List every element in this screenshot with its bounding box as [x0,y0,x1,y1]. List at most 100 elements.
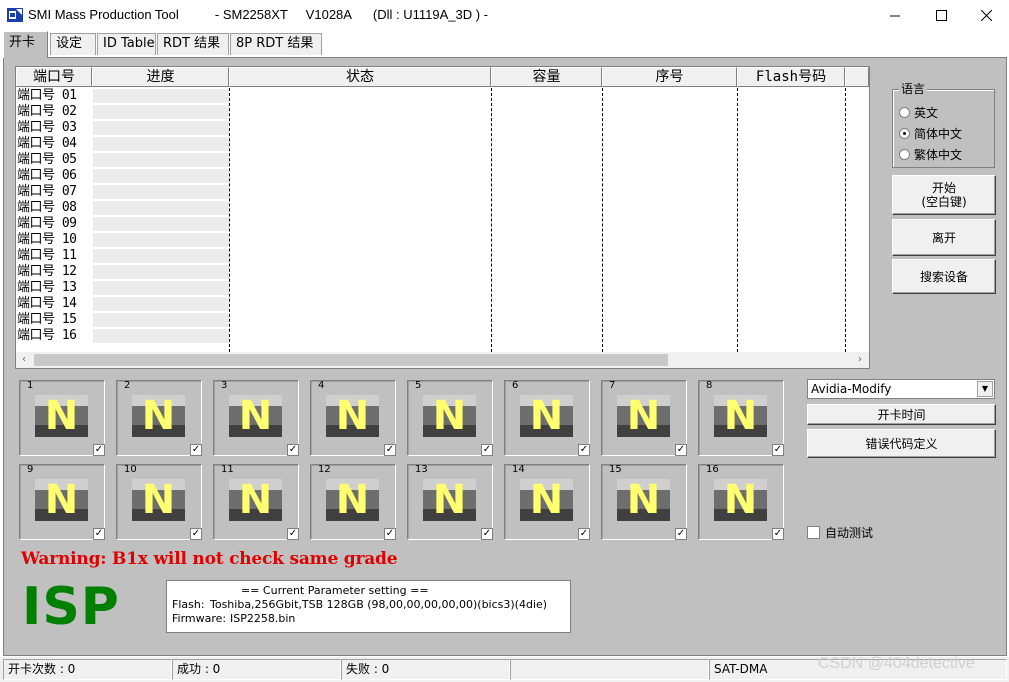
port-status-letter: N [141,393,176,439]
scroll-thumb[interactable] [34,354,668,366]
scroll-right-icon[interactable]: › [854,354,866,366]
port-slot[interactable]: 15 N ✓ [601,464,687,540]
row-port-label[interactable]: 端口号 02 [17,104,93,120]
row-port-label[interactable]: 端口号 06 [17,168,93,184]
row-progress-cell [93,233,229,248]
port-enable-checkbox[interactable]: ✓ [772,444,784,456]
scroll-left-icon[interactable]: ‹ [18,354,30,366]
port-enable-checkbox[interactable]: ✓ [190,444,202,456]
chevron-down-icon[interactable]: ▼ [977,381,993,397]
row-port-label[interactable]: 端口号 05 [17,152,93,168]
close-button[interactable] [963,0,1009,31]
port-enable-checkbox[interactable]: ✓ [287,528,299,540]
status-success: 成功 : 0 [172,659,341,680]
port-enable-checkbox[interactable]: ✓ [384,444,396,456]
minimize-button[interactable] [872,0,918,31]
language-group-title: 语言 [899,80,928,97]
column-header-flash-id[interactable]: Flash号码 [737,67,845,87]
port-slot[interactable]: 6 N ✓ [504,380,590,456]
port-status-letter: N [723,393,758,439]
profile-dropdown[interactable]: Avidia-Modify ▼ [807,379,995,399]
tab-8p-rdt-result[interactable]: 8P RDT 结果 [230,33,322,55]
port-slot[interactable]: 8 N ✓ [698,380,784,456]
port-slot[interactable]: 3 N ✓ [213,380,299,456]
port-status-letter: N [432,393,467,439]
flash-label: Flash: [172,598,205,611]
row-port-label[interactable]: 端口号 03 [17,120,93,136]
tab-open-card[interactable]: 开卡 [3,31,48,58]
row-port-label[interactable]: 端口号 14 [17,296,93,312]
maximize-button[interactable] [918,0,964,31]
row-port-label[interactable]: 端口号 13 [17,280,93,296]
row-port-label[interactable]: 端口号 04 [17,136,93,152]
port-enable-checkbox[interactable]: ✓ [384,528,396,540]
row-port-label[interactable]: 端口号 15 [17,312,93,328]
port-enable-checkbox[interactable]: ✓ [675,444,687,456]
port-enable-checkbox[interactable]: ✓ [578,444,590,456]
port-enable-checkbox[interactable]: ✓ [675,528,687,540]
port-slot[interactable]: 7 N ✓ [601,380,687,456]
tab-rdt-result[interactable]: RDT 结果 [157,33,229,55]
port-enable-checkbox[interactable]: ✓ [190,528,202,540]
port-number: 3 [221,380,228,391]
port-slot[interactable]: 4 N ✓ [310,380,396,456]
port-slot[interactable]: 2 N ✓ [116,380,202,456]
port-status-icon: N [714,393,767,439]
radio-english[interactable]: 英文 [899,103,991,121]
port-slot[interactable]: 13 N ✓ [407,464,493,540]
column-header-serial[interactable]: 序号 [602,67,737,87]
radio-traditional-chinese[interactable]: 繁体中文 [899,145,991,163]
port-slot[interactable]: 14 N ✓ [504,464,590,540]
start-button[interactable]: 开始 (空白键) [892,175,996,215]
auto-test-checkbox[interactable]: 自动测试 [807,524,873,541]
port-slot[interactable]: 5 N ✓ [407,380,493,456]
port-status-letter: N [529,393,564,439]
port-enable-checkbox[interactable]: ✓ [93,528,105,540]
row-port-label[interactable]: 端口号 11 [17,248,93,264]
port-enable-checkbox[interactable]: ✓ [481,528,493,540]
port-status-letter: N [238,477,273,523]
row-progress-cell [93,297,229,312]
port-status-letter: N [626,477,661,523]
window-title: SMI Mass Production Tool - SM2258XT V102… [28,7,489,22]
port-enable-checkbox[interactable]: ✓ [287,444,299,456]
port-status-letter: N [141,477,176,523]
column-header-port[interactable]: 端口号 [16,67,92,87]
row-port-label[interactable]: 端口号 07 [17,184,93,200]
port-slot[interactable]: 1 N ✓ [19,380,105,456]
radio-simplified-chinese[interactable]: 简体中文 [899,124,991,142]
port-status-letter: N [44,477,79,523]
row-progress-cell [93,201,229,216]
row-progress-cell [93,105,229,120]
port-slot[interactable]: 16 N ✓ [698,464,784,540]
row-progress-cell [93,185,229,200]
row-port-label[interactable]: 端口号 12 [17,264,93,280]
row-port-label[interactable]: 端口号 10 [17,232,93,248]
open-card-time-button[interactable]: 开卡时间 [807,404,996,425]
error-code-definition-button[interactable]: 错误代码定义 [807,429,996,458]
exit-button[interactable]: 离开 [892,219,996,256]
port-slot[interactable]: 11 N ✓ [213,464,299,540]
port-number: 16 [706,464,719,475]
port-slot[interactable]: 12 N ✓ [310,464,396,540]
tab-id-table[interactable]: ID Table [97,33,156,55]
port-status-grid[interactable]: 端口号 进度 状态 容量 序号 Flash号码 端口号 01 端口号 02 端口号 … [15,66,870,369]
row-port-label[interactable]: 端口号 08 [17,200,93,216]
port-enable-checkbox[interactable]: ✓ [481,444,493,456]
port-slot[interactable]: 9 N ✓ [19,464,105,540]
row-progress-cell [93,153,229,168]
column-header-capacity[interactable]: 容量 [491,67,602,87]
column-header-status[interactable]: 状态 [229,67,491,87]
column-header-progress[interactable]: 进度 [92,67,229,87]
row-port-label[interactable]: 端口号 01 [17,88,93,104]
row-port-label[interactable]: 端口号 09 [17,216,93,232]
port-slot[interactable]: 10 N ✓ [116,464,202,540]
scan-devices-button[interactable]: 搜索设备 [892,259,996,294]
port-status-icon: N [714,477,767,523]
port-enable-checkbox[interactable]: ✓ [772,528,784,540]
port-enable-checkbox[interactable]: ✓ [578,528,590,540]
row-port-label[interactable]: 端口号 16 [17,328,93,344]
port-enable-checkbox[interactable]: ✓ [93,444,105,456]
tab-settings[interactable]: 设定 [50,33,96,55]
horizontal-scrollbar[interactable]: ‹ › [16,352,869,368]
